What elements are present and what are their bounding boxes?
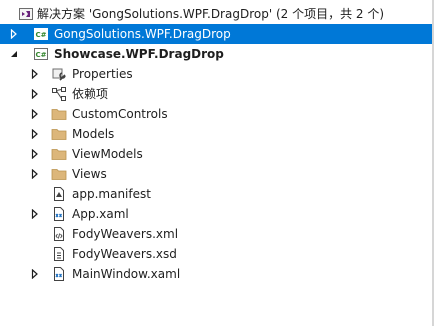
properties-wrench-icon [51, 66, 67, 82]
tree-item-folder-viewmodels[interactable]: ViewModels [0, 144, 432, 164]
tree-item-properties[interactable]: Properties [0, 64, 432, 84]
solution-explorer-tree: 解决方案 'GongSolutions.WPF.DragDrop' (2 个项目… [0, 0, 434, 326]
tree-item-label: FodyWeavers.xsd [72, 247, 177, 261]
tree-item-folder-customcontrols[interactable]: CustomControls [0, 104, 432, 124]
solution-icon [18, 6, 34, 22]
tree-item-folder-views[interactable]: Views [0, 164, 432, 184]
tree-item-label: ViewModels [72, 147, 143, 161]
tree-item-label: 依赖项 [72, 87, 109, 101]
project-node-showcase[interactable]: C# Showcase.WPF.DragDrop [0, 44, 432, 64]
project-label: Showcase.WPF.DragDrop [54, 47, 224, 61]
expand-arrow-icon[interactable] [30, 64, 40, 84]
xaml-file-icon [51, 206, 67, 222]
folder-icon [51, 146, 67, 162]
tree-item-file-fodyweavers-xsd[interactable]: FodyWeavers.xsd [0, 244, 432, 264]
project-label: GongSolutions.WPF.DragDrop [54, 27, 231, 41]
collapse-arrow-icon[interactable] [9, 44, 19, 64]
project-node-gongsolutions[interactable]: C# GongSolutions.WPF.DragDrop [0, 24, 432, 44]
svg-text:C#: C# [35, 31, 46, 39]
tree-item-label: CustomControls [72, 107, 168, 121]
tree-item-folder-models[interactable]: Models [0, 124, 432, 144]
tree-item-label: MainWindow.xaml [72, 267, 181, 281]
tree-item-file-app-xaml[interactable]: App.xaml [0, 204, 432, 224]
expand-arrow-icon[interactable] [9, 24, 19, 44]
xsd-file-icon [51, 246, 67, 262]
tree-item-dependencies[interactable]: 依赖项 [0, 84, 432, 104]
expand-arrow-icon[interactable] [30, 264, 40, 284]
tree-item-label: Models [72, 127, 115, 141]
svg-text:C#: C# [35, 51, 46, 59]
csharp-project-icon: C# [33, 46, 49, 62]
expand-arrow-icon[interactable] [30, 164, 40, 184]
expand-arrow-icon[interactable] [30, 204, 40, 224]
tree-item-file-app-manifest[interactable]: app.manifest [0, 184, 432, 204]
tree-item-file-mainwindow-xaml[interactable]: MainWindow.xaml [0, 264, 432, 284]
tree-item-file-fodyweavers-xml[interactable]: FodyWeavers.xml [0, 224, 432, 244]
expand-arrow-icon[interactable] [30, 104, 40, 124]
expand-arrow-icon[interactable] [30, 144, 40, 164]
manifest-file-icon [51, 186, 67, 202]
xaml-file-icon [51, 266, 67, 282]
tree-item-label: Properties [72, 67, 133, 81]
folder-icon [51, 166, 67, 182]
csharp-project-icon: C# [33, 26, 49, 42]
folder-icon [51, 106, 67, 122]
solution-label: 解决方案 'GongSolutions.WPF.DragDrop' (2 个项目… [37, 7, 385, 21]
tree-item-label: App.xaml [72, 207, 129, 221]
solution-node[interactable]: 解决方案 'GongSolutions.WPF.DragDrop' (2 个项目… [0, 4, 432, 24]
tree-item-label: FodyWeavers.xml [72, 227, 179, 241]
tree-item-label: app.manifest [72, 187, 151, 201]
xml-file-icon [51, 226, 67, 242]
folder-icon [51, 126, 67, 142]
expand-arrow-icon[interactable] [30, 84, 40, 104]
tree-item-label: Views [72, 167, 107, 181]
expand-arrow-icon[interactable] [30, 124, 40, 144]
dependencies-icon [51, 86, 67, 102]
